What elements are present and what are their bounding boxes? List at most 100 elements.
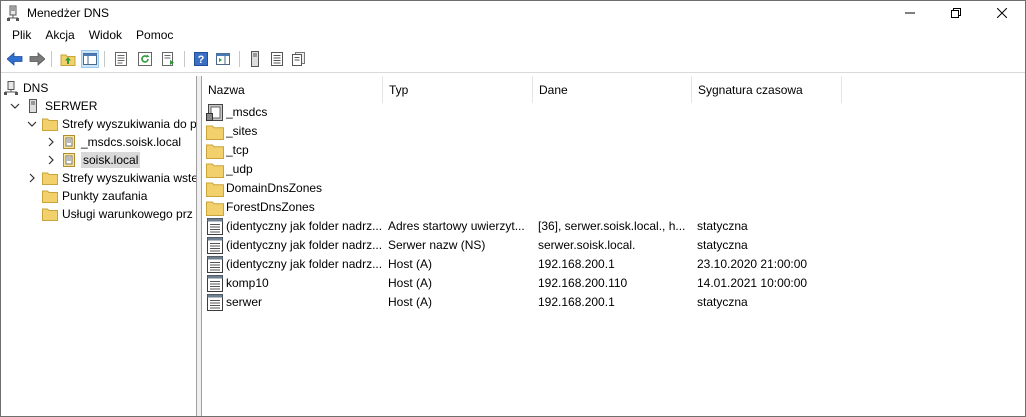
export-list-icon [162,52,174,66]
tree-label-trust-points: Punkty zaufania [62,189,148,203]
record-type: Adres startowy uwierzyt... [388,219,525,233]
restore-button[interactable] [933,1,979,25]
record-row[interactable]: (identyczny jak folder nadrz... Adres sta… [202,217,1025,236]
menu-view[interactable]: Widok [82,25,129,45]
record-icon [207,256,223,273]
record-list-tool-button[interactable] [268,50,286,68]
back-button[interactable] [6,50,24,68]
record-row[interactable]: komp10 Host (A) 192.168.200.110 14.01.2021 … [202,274,1025,293]
console-tree-icon [83,53,97,65]
up-one-level-button[interactable] [59,50,77,68]
menu-help[interactable]: Pomoc [129,25,180,45]
tree-label-msdcs-zone: _msdcs.soisk.local [81,135,182,149]
tree-node-reverse-zones[interactable]: Strefy wyszukiwania wste [26,169,196,187]
zone-icon [63,135,75,149]
record-name: _tcp [226,143,249,157]
tree-label-forward-zones: Strefy wyszukiwania do p [62,117,197,131]
record-name: _udp [226,162,253,176]
toolbar-separator [239,51,240,67]
chevron-right-icon[interactable] [26,172,38,184]
zone-icon [63,153,75,167]
record-type: Serwer nazw (NS) [388,238,486,252]
record-timestamp: statyczna [697,238,748,252]
close-button[interactable] [979,1,1025,25]
record-name: (identyczny jak folder nadrz... [226,257,381,271]
tree-label-dns: DNS [23,81,49,95]
tree-node-msdcs-zone[interactable]: _msdcs.soisk.local [45,133,181,151]
record-icon [207,218,223,235]
record-row[interactable]: (identyczny jak folder nadrz... Serwer na… [202,236,1025,255]
console-tree: DNS SERWER Strefy wyszukiwania do p _msd… [1,76,197,416]
record-data: 192.168.200.1 [538,295,615,309]
toolbar-separator [51,51,52,67]
folder-icon [206,144,224,159]
column-header-timestamp[interactable]: Sygnatura czasowa [692,76,842,103]
record-row[interactable]: serwer Host (A) 192.168.200.1 statyczna [202,293,1025,312]
server-tool-button[interactable] [246,50,264,68]
toolbar-separator [184,51,185,67]
record-row[interactable]: _msdcs [202,103,1025,122]
dns-manager-window: Menedżer DNS Plik Akcja Widok Pomoc ? DN… [0,0,1026,417]
records-list: Nazwa Typ Dane Sygnatura czasowa _msdcs _… [202,76,1025,416]
close-icon [997,8,1007,18]
documents-tool-button[interactable] [290,50,308,68]
server-icon [251,51,259,67]
folder-icon [206,125,224,140]
menu-action[interactable]: Akcja [38,25,81,45]
tree-node-server[interactable]: SERWER [9,97,97,115]
chevron-down-icon[interactable] [9,100,21,112]
record-type: Host (A) [388,276,433,290]
chevron-right-icon[interactable] [45,136,57,148]
record-icon [207,237,223,254]
dns-icon [4,81,18,95]
properties-button[interactable] [112,50,130,68]
show-action-pane-button[interactable] [214,50,232,68]
tree-node-trust-points[interactable]: Punkty zaufania [42,187,147,205]
menu-file[interactable]: Plik [5,25,38,45]
folder-icon [42,190,58,203]
refresh-icon [138,52,152,66]
export-list-button[interactable] [160,50,178,68]
show-hide-console-tree-button[interactable] [81,50,99,68]
tree-node-conditional-forwarders[interactable]: Usługi warunkowego prz [42,205,193,223]
zone-delegation-icon [206,104,223,121]
folder-icon [206,163,224,178]
record-row[interactable]: (identyczny jak folder nadrz... Host (A) 1… [202,255,1025,274]
chevron-right-icon[interactable] [45,154,57,166]
minimize-icon [905,12,915,14]
column-header-type[interactable]: Typ [383,76,533,103]
help-icon: ? [194,52,208,66]
title-bar: Menedżer DNS [1,1,1025,25]
record-name: (identyczny jak folder nadrz... [226,219,381,233]
chevron-down-icon[interactable] [26,118,38,130]
record-row[interactable]: _udp [202,160,1025,179]
tree-node-dns[interactable]: DNS [3,79,48,97]
record-row[interactable]: ForestDnsZones [202,198,1025,217]
tree-label-server: SERWER [45,99,98,113]
folder-icon [42,118,58,131]
forward-button[interactable] [28,50,46,68]
record-timestamp: 23.10.2020 21:00:00 [697,257,808,271]
tree-node-soisk-zone[interactable]: soisk.local [45,151,141,169]
svg-text:?: ? [198,54,205,66]
folder-icon [42,172,58,185]
back-arrow-icon [7,52,23,66]
record-row[interactable]: DomainDnsZones [202,179,1025,198]
record-timestamp: 14.01.2021 10:00:00 [697,276,808,290]
dns-app-icon [7,5,19,21]
tree-node-forward-zones[interactable]: Strefy wyszukiwania do p [26,115,197,133]
folder-up-icon [60,54,76,66]
help-button[interactable]: ? [192,50,210,68]
record-row[interactable]: _sites [202,122,1025,141]
column-header-data[interactable]: Dane [533,76,692,103]
documents-icon [292,52,305,66]
refresh-button[interactable] [136,50,154,68]
folder-icon [42,208,58,221]
tree-label-soisk-zone: soisk.local [81,152,141,168]
toolbar: ? [1,47,1025,73]
server-icon [29,99,37,113]
record-row[interactable]: _tcp [202,141,1025,160]
minimize-button[interactable] [887,1,933,25]
record-data: serwer.soisk.local. [538,238,636,252]
column-header-name[interactable]: Nazwa [202,76,383,103]
